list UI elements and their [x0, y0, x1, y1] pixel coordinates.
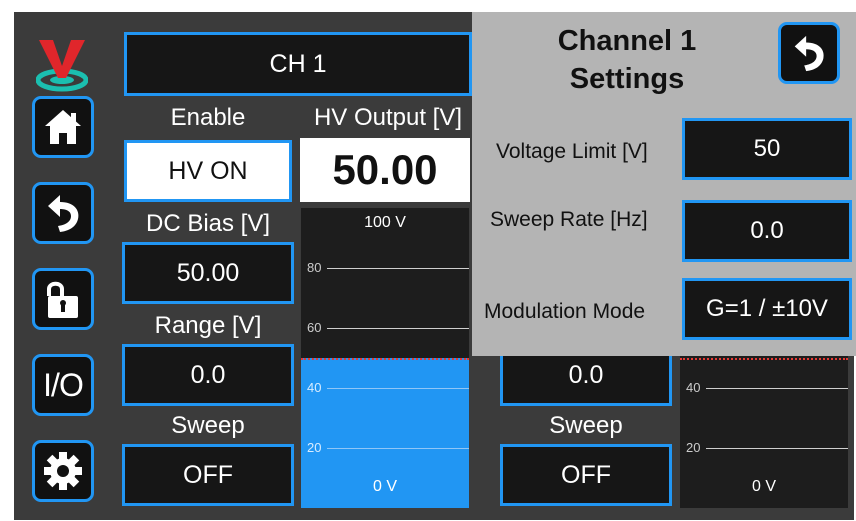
popup-back-button[interactable] [778, 22, 840, 84]
gauge-tick-80: 80 [307, 260, 322, 275]
lock-button[interactable] [32, 268, 94, 330]
gauge-gridline [327, 388, 469, 389]
modulation-mode-value: G=1 / ±10V [706, 295, 828, 322]
gauge-max-label: 100 V [364, 214, 406, 231]
sweep-label: Sweep [171, 412, 245, 439]
voltage-limit-line [680, 358, 848, 360]
gauge-gridline [327, 328, 469, 329]
settings-button[interactable] [32, 440, 94, 502]
gauge-tick-40: 40 [686, 380, 701, 395]
range-label: Range [V] [154, 312, 262, 339]
home-icon [45, 110, 81, 144]
sidebar: I/O [14, 12, 104, 520]
dc-bias-value: 50.00 [176, 258, 240, 287]
channel-header-label: CH 1 [269, 49, 327, 78]
ch2-range-value: 0.0 [568, 360, 604, 389]
gauge-tick-60: 60 [307, 320, 322, 335]
sweep-value: OFF [183, 460, 233, 489]
channel-header[interactable]: CH 1 [124, 32, 472, 96]
dc-bias-field[interactable]: 50.00 [122, 242, 294, 304]
popup-title: Channel 1 Settings [557, 25, 697, 95]
logo-v-icon [36, 40, 88, 92]
io-button[interactable]: I/O [32, 354, 94, 416]
home-button[interactable] [32, 96, 94, 158]
ch2-sweep-label: Sweep [549, 412, 623, 439]
gauge-gridline [706, 388, 848, 389]
voltage-limit-field[interactable]: 50 [682, 118, 852, 180]
gauge-tick-20: 20 [686, 440, 701, 455]
gauge-tick-40: 40 [307, 380, 322, 395]
gauge-gridline [327, 448, 469, 449]
enable-toggle[interactable]: HV ON [124, 140, 292, 202]
gauge-min-label: 0 V [372, 478, 397, 495]
sweep-toggle[interactable]: OFF [122, 444, 294, 506]
sweep-rate-label: Sweep Rate [Hz] [490, 208, 648, 231]
range-field[interactable]: 0.0 [122, 344, 294, 406]
range-value: 0.0 [190, 360, 226, 389]
gauge-tick-20: 20 [307, 440, 322, 455]
sweep-rate-field[interactable]: 0.0 [682, 200, 852, 262]
back-arrow-icon [48, 195, 79, 232]
dc-bias-label: DC Bias [V] [145, 210, 271, 237]
gauge-gridline [327, 268, 469, 269]
sweep-rate-value: 0.0 [750, 217, 784, 244]
back-button[interactable] [32, 182, 94, 244]
hv-output-value: 50.00 [300, 138, 470, 202]
voltage-limit-value: 50 [753, 135, 781, 162]
gauge-gridline [706, 448, 848, 449]
voltage-limit-label: Voltage Limit [V] [496, 140, 648, 163]
modulation-mode-label: Modulation Mode [484, 300, 646, 323]
modulation-mode-field[interactable]: G=1 / ±10V [682, 278, 852, 340]
unlock-icon [47, 281, 78, 318]
voltage-limit-line [301, 358, 469, 360]
enable-toggle-value: HV ON [168, 156, 248, 185]
back-arrow-icon [794, 35, 824, 72]
gear-icon [44, 452, 82, 490]
hv-output-label: HV Output [V] [313, 104, 463, 131]
channel-settings-popup: Channel 1 Settings Voltage Limit [V] 50 … [472, 12, 856, 356]
io-label: I/O [43, 366, 84, 403]
enable-label: Enable [170, 104, 246, 131]
ch2-sweep-toggle[interactable]: OFF [500, 444, 672, 506]
gauge-min-label: 0 V [751, 478, 776, 495]
ch2-sweep-value: OFF [561, 460, 611, 489]
hv-output-gauge: 80 60 40 20 100 V 0 V [301, 208, 469, 508]
